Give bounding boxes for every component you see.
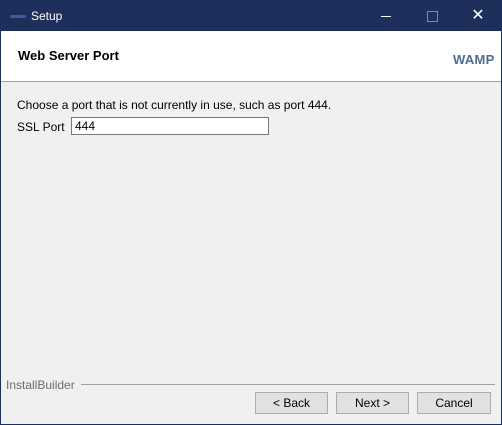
window-title: Setup	[31, 9, 63, 23]
brand-logo: WAMP	[453, 52, 495, 67]
instructions-text: Choose a port that is not currently in u…	[17, 98, 332, 112]
close-icon: ✕	[471, 7, 485, 24]
close-button[interactable]: ✕	[455, 1, 501, 31]
installbuilder-label: InstallBuilder	[6, 378, 75, 392]
page-title: Web Server Port	[18, 48, 119, 63]
cancel-button[interactable]: Cancel	[417, 392, 491, 414]
minimize-icon	[381, 16, 391, 17]
ssl-port-label: SSL Port	[17, 120, 65, 134]
footer-divider	[81, 384, 495, 385]
next-button[interactable]: Next >	[336, 392, 409, 414]
app-icon	[10, 15, 26, 18]
back-button[interactable]: < Back	[255, 392, 328, 414]
ssl-port-input[interactable]	[71, 117, 269, 135]
maximize-icon	[426, 10, 438, 22]
title-bar[interactable]: Setup ✕	[1, 1, 501, 31]
maximize-button[interactable]	[409, 1, 455, 31]
minimize-button[interactable]	[363, 1, 409, 31]
setup-window: Setup ✕ Web Server Port WAMP Choose a po…	[0, 0, 502, 425]
page-header: Web Server Port WAMP	[1, 31, 501, 82]
